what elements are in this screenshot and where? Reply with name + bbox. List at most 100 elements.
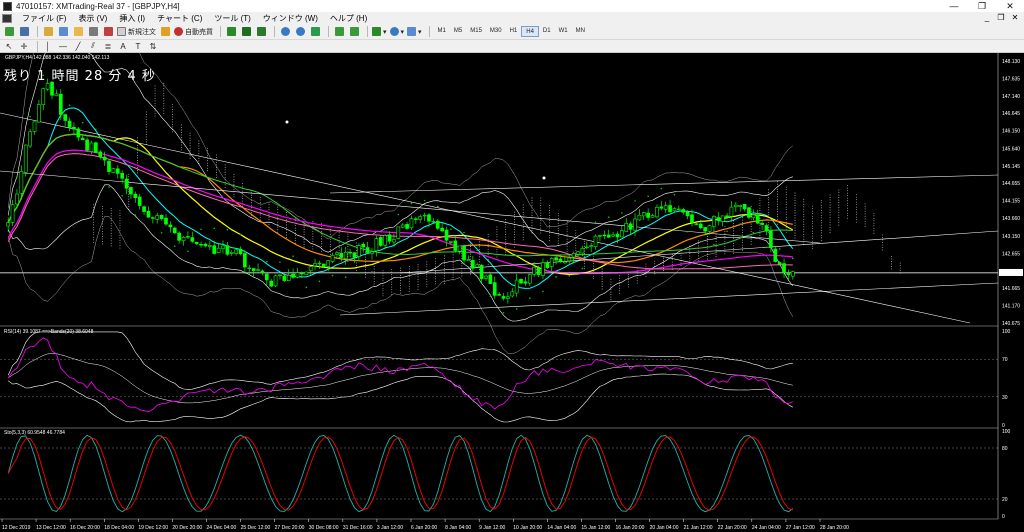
candle-body [335, 252, 339, 255]
cloud-dot [777, 193, 778, 195]
cloud-dot [549, 234, 550, 236]
cloud-dot [242, 198, 244, 200]
menu-window[interactable]: ウィンドウ (W) [257, 13, 324, 24]
menu-insert[interactable]: 挿入 (I) [113, 13, 151, 24]
templates-icon[interactable]: ▾ [407, 26, 422, 38]
candlestick-icon[interactable] [240, 26, 252, 38]
line-chart-icon[interactable] [255, 26, 267, 38]
chart-window[interactable]: 148.130 147.635 147.140 146.645 146.150 145.6… [0, 53, 1024, 532]
profiles-icon[interactable] [18, 26, 30, 38]
cloud-dot [715, 238, 717, 240]
autotrade-button[interactable]: 自動売買 [174, 26, 213, 38]
candle-body [541, 262, 545, 276]
cloud-dot [391, 281, 393, 283]
data-window-icon[interactable] [57, 26, 69, 38]
price-chart[interactable]: 148.130 147.635 147.140 146.645 146.150 145.6… [0, 53, 1024, 532]
cloud-dot [698, 260, 700, 262]
cloud-dot [101, 223, 103, 225]
child-restore-button[interactable]: ❐ [994, 12, 1008, 24]
candle-body [80, 137, 85, 141]
cloud-dot [426, 266, 428, 268]
cloud-dot [566, 231, 568, 233]
timeframe-h4[interactable]: H4 [521, 26, 539, 37]
new-chart-icon[interactable] [3, 26, 15, 38]
cloud-dot [785, 224, 787, 226]
timeframe-h1[interactable]: H1 [506, 26, 522, 37]
navigator-icon[interactable] [72, 26, 84, 38]
chart-shift-icon[interactable] [348, 26, 360, 38]
indicators-icon[interactable]: ▾ [372, 26, 387, 38]
sar-dot [502, 311, 505, 314]
timeframe-d1[interactable]: D1 [539, 26, 555, 37]
timeframe-m1[interactable]: M1 [434, 26, 450, 37]
label-icon[interactable]: T [132, 40, 144, 52]
cloud-dot [777, 201, 778, 203]
cloud-dot [408, 268, 410, 270]
metaeditor-icon[interactable] [159, 26, 171, 38]
cloud-dot [251, 212, 252, 214]
cloud-dot [505, 219, 507, 220]
sar-dot [213, 227, 216, 230]
trendline-icon[interactable]: ╱ [72, 40, 84, 52]
vertical-line-icon[interactable]: │ [42, 40, 54, 52]
terminal-icon[interactable] [87, 26, 99, 38]
arrows-icon[interactable]: ⇅ [147, 40, 159, 52]
fibonacci-icon[interactable]: ≣ [102, 40, 114, 52]
menu-help[interactable]: ヘルプ (H) [324, 13, 373, 24]
zoom-out-icon[interactable] [294, 26, 306, 38]
periods-icon[interactable]: ▾ [389, 26, 404, 38]
child-minimize-button[interactable]: _ [980, 12, 994, 24]
menu-file[interactable]: ファイル (F) [16, 13, 72, 24]
timeframe-m15[interactable]: M15 [466, 26, 486, 37]
timeframe-mn[interactable]: MN [572, 26, 589, 37]
new-order-label: 新規注文 [128, 28, 156, 36]
cloud-dot [268, 206, 270, 208]
candle-body [129, 187, 133, 195]
timeframe-m30[interactable]: M30 [486, 26, 506, 37]
bar-chart-icon[interactable] [225, 26, 237, 38]
cloud-dot [347, 238, 349, 240]
timeframe-w1[interactable]: W1 [555, 26, 572, 37]
cloud-dot [286, 219, 287, 221]
crosshair-icon[interactable]: ✛ [18, 40, 30, 52]
cloud-dot [566, 233, 568, 235]
cloud-dot [829, 222, 831, 223]
tile-windows-icon[interactable] [309, 26, 321, 38]
strategy-tester-icon[interactable] [102, 26, 114, 38]
close-button[interactable]: ✕ [996, 0, 1024, 12]
bar-countdown: 残り 1 時間 28 分 4 秒 [4, 69, 156, 84]
cloud-dot [592, 263, 594, 265]
channel-icon[interactable]: ⫽ [87, 40, 99, 52]
new-order-button[interactable]: 新規注文 [117, 26, 156, 38]
cloud-dot [794, 205, 796, 206]
cloud-dot [400, 275, 401, 277]
candle-body [536, 267, 541, 275]
market-watch-icon[interactable] [42, 26, 54, 38]
timeframe-m5[interactable]: M5 [450, 26, 466, 37]
stoch-axis-label: 80 [1002, 446, 1008, 452]
menu-chart[interactable]: チャート (C) [151, 13, 208, 24]
candle-body [615, 233, 620, 238]
cloud-dot [268, 219, 270, 221]
cloud-dot [364, 266, 366, 268]
child-close-button[interactable]: ✕ [1008, 12, 1022, 24]
menu-view[interactable]: 表示 (V) [72, 13, 113, 24]
auto-scroll-icon[interactable] [333, 26, 345, 38]
time-axis-label: 24 Jan 04:00 [752, 525, 781, 531]
cloud-dot [215, 164, 217, 166]
restore-button[interactable]: ❐ [968, 0, 996, 12]
cloud-dot [312, 233, 314, 235]
cloud-dot [890, 258, 892, 260]
document-icon[interactable] [2, 13, 12, 23]
cloud-dot [382, 290, 384, 292]
cloud-dot [645, 276, 647, 277]
horizontal-line-icon[interactable]: — [57, 40, 69, 52]
cursor-icon[interactable]: ↖ [3, 40, 15, 52]
zoom-in-icon[interactable] [279, 26, 291, 38]
cloud-dot [785, 219, 787, 221]
candle-body [326, 260, 331, 267]
menu-tools[interactable]: ツール (T) [208, 13, 256, 24]
candle-body [659, 206, 664, 209]
text-icon[interactable]: A [117, 40, 129, 52]
minimize-button[interactable]: — [940, 0, 968, 12]
